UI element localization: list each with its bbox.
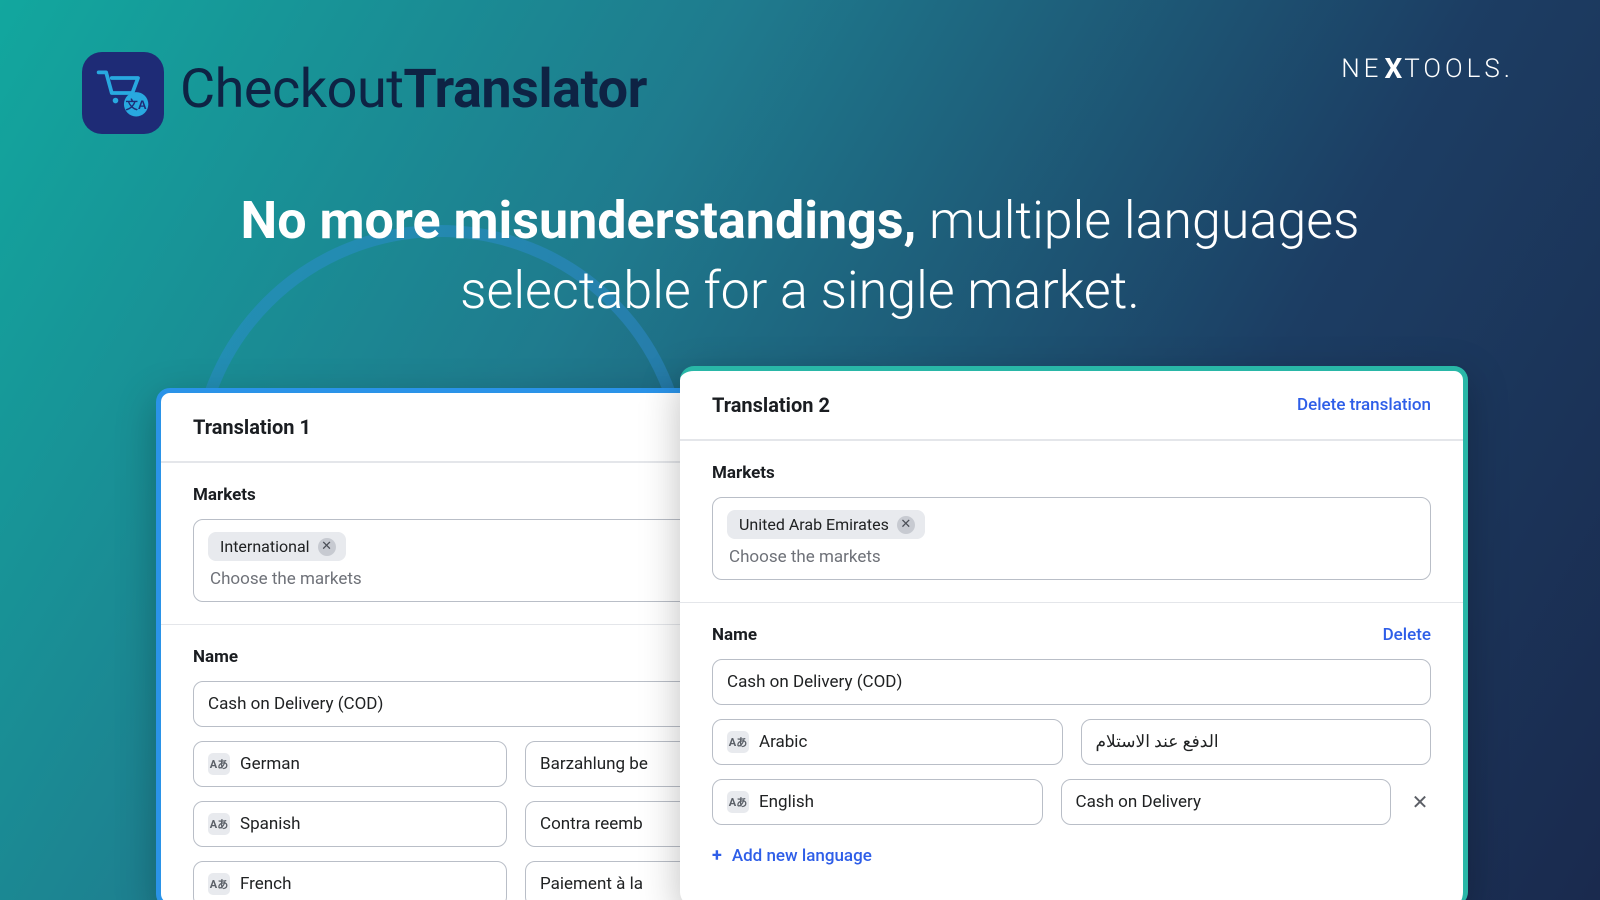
name-input[interactable]: Cash on Delivery (COD): [712, 659, 1431, 705]
language-select[interactable]: AあFrench: [193, 861, 507, 900]
hero-stage: 文A CheckoutTranslator NEXTOOLS No more m…: [0, 0, 1600, 900]
language-row: AあArabic الدفع عند الاستلام: [712, 719, 1431, 765]
add-language-button[interactable]: + Add new language: [712, 845, 1431, 866]
language-row: AあEnglish Cash on Delivery ✕: [712, 779, 1431, 825]
app-name: CheckoutTranslator: [180, 58, 647, 121]
card-title: Translation 2: [712, 393, 830, 417]
translate-icon: Aあ: [208, 813, 230, 835]
translation-card-2: Translation 2 Delete translation Markets…: [680, 366, 1468, 900]
cart-translate-icon: 文A: [93, 63, 153, 123]
market-chip[interactable]: United Arab Emirates ✕: [727, 510, 925, 539]
language-select[interactable]: AあSpanish: [193, 801, 507, 847]
hero-headline: No more misunderstandings, multiple lang…: [0, 186, 1600, 326]
translate-icon: Aあ: [208, 753, 230, 775]
app-logo-badge: 文A: [82, 52, 164, 134]
markets-input[interactable]: United Arab Emirates ✕ Choose the market…: [712, 497, 1431, 580]
language-select[interactable]: AあGerman: [193, 741, 507, 787]
vendor-logo: NEXTOOLS: [1341, 52, 1514, 85]
markets-placeholder: Choose the markets: [727, 545, 1416, 567]
app-name-bold: Translator: [403, 58, 646, 121]
remove-chip-icon[interactable]: ✕: [897, 516, 915, 534]
remove-chip-icon[interactable]: ✕: [318, 538, 336, 556]
translate-icon: Aあ: [727, 791, 749, 813]
plus-icon: +: [712, 845, 722, 866]
markets-label: Markets: [712, 463, 1431, 483]
translation-value-input[interactable]: الدفع عند الاستلام: [1081, 719, 1432, 765]
translate-icon: Aあ: [208, 873, 230, 895]
delete-translation-link[interactable]: Delete translation: [1297, 395, 1431, 415]
market-chip[interactable]: International ✕: [208, 532, 346, 561]
delete-name-link[interactable]: Delete: [1383, 625, 1431, 645]
app-name-light: Checkout: [180, 58, 403, 121]
language-select[interactable]: AあEnglish: [712, 779, 1043, 825]
remove-row-icon[interactable]: ✕: [1409, 790, 1431, 814]
translate-icon: Aあ: [727, 731, 749, 753]
card-title: Translation 1: [193, 415, 311, 439]
translation-value-input[interactable]: Cash on Delivery: [1061, 779, 1392, 825]
language-select[interactable]: AあArabic: [712, 719, 1063, 765]
name-label: Name: [712, 625, 757, 645]
svg-text:文A: 文A: [126, 97, 147, 112]
